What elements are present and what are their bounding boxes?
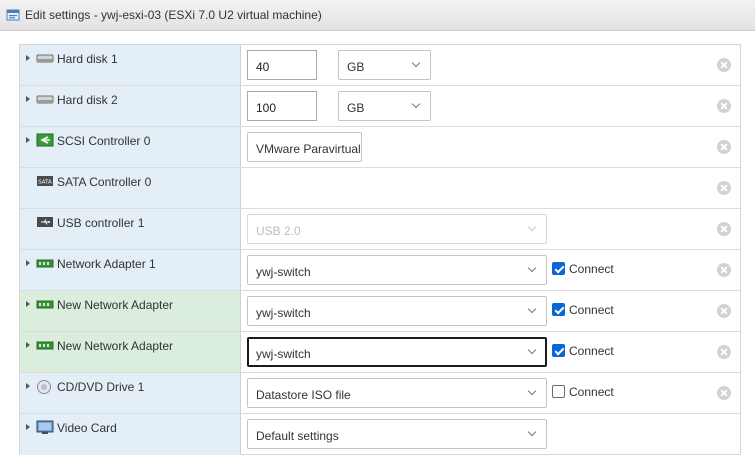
connect-checkbox[interactable] xyxy=(552,262,565,275)
edit-settings-icon xyxy=(6,8,20,25)
chevron-down-icon xyxy=(527,427,537,437)
device-label: New Network Adapter xyxy=(57,339,174,353)
remove-device-icon[interactable] xyxy=(717,263,731,277)
device-row-sata-controller: SATA SATA Controller 0 xyxy=(20,168,740,209)
chevron-down-icon xyxy=(411,58,421,68)
usb-controller-icon xyxy=(36,215,54,232)
expand-arrow-icon[interactable] xyxy=(26,342,30,348)
connect-checkbox[interactable] xyxy=(552,385,565,398)
usb-type-select: USB 2.0 xyxy=(247,214,547,244)
device-label: New Network Adapter xyxy=(57,298,174,312)
device-row-video-card: Video Card Default settings xyxy=(20,414,740,455)
device-label: Hard disk 2 xyxy=(57,93,118,107)
network-adapter-icon xyxy=(36,256,54,273)
expand-arrow-icon[interactable] xyxy=(26,424,30,430)
dialog-title: Edit settings - ywj-esxi-03 (ESXi 7.0 U2… xyxy=(25,8,322,22)
disk-size-input[interactable]: 100 xyxy=(247,91,317,121)
remove-device-icon[interactable] xyxy=(717,99,731,113)
connect-checkbox[interactable] xyxy=(552,344,565,357)
connect-checkbox[interactable] xyxy=(552,303,565,316)
expand-arrow-icon[interactable] xyxy=(26,55,30,61)
connect-label: Connect xyxy=(569,385,614,399)
remove-device-icon[interactable] xyxy=(717,222,731,236)
chevron-down-icon xyxy=(527,386,537,396)
connect-label: Connect xyxy=(569,262,614,276)
device-label: Hard disk 1 xyxy=(57,52,118,66)
hard-disk-icon xyxy=(36,92,54,109)
connect-label: Connect xyxy=(569,344,614,358)
device-label: SATA Controller 0 xyxy=(57,175,152,189)
remove-device-icon[interactable] xyxy=(717,386,731,400)
device-row-new-network-adapter: New Network Adapter ywj-switch Connect xyxy=(20,332,740,373)
network-adapter-icon xyxy=(36,297,54,314)
device-row-usb-controller: USB controller 1 USB 2.0 xyxy=(20,209,740,250)
chevron-down-icon xyxy=(527,304,537,314)
dialog-title-bar: Edit settings - ywj-esxi-03 (ESXi 7.0 U2… xyxy=(0,0,755,31)
device-row-hard-disk-1: Hard disk 1 40 GB xyxy=(20,45,740,86)
device-row-network-adapter-1: Network Adapter 1 ywj-switch Connect xyxy=(20,250,740,291)
remove-device-icon[interactable] xyxy=(717,304,731,318)
device-row-new-network-adapter: New Network Adapter ywj-switch Connect xyxy=(20,291,740,332)
cd-dvd-icon xyxy=(36,379,54,398)
network-select[interactable]: ywj-switch xyxy=(247,255,547,285)
virtual-hardware-grid: Hard disk 1 40 GB Hard disk 2 100 GB SCS… xyxy=(19,44,741,455)
device-label: SCSI Controller 0 xyxy=(57,134,151,148)
expand-arrow-icon[interactable] xyxy=(26,260,30,266)
hard-disk-icon xyxy=(36,51,54,68)
remove-device-icon[interactable] xyxy=(717,345,731,359)
chevron-down-icon xyxy=(527,345,537,355)
device-row-hard-disk-2: Hard disk 2 100 GB xyxy=(20,86,740,127)
connect-label: Connect xyxy=(569,303,614,317)
media-select[interactable]: Datastore ISO file xyxy=(247,378,547,408)
expand-arrow-icon[interactable] xyxy=(26,137,30,143)
expand-arrow-icon[interactable] xyxy=(26,383,30,389)
scsi-controller-icon xyxy=(36,133,54,150)
video-settings-select[interactable]: Default settings xyxy=(247,419,547,449)
disk-unit-select[interactable]: GB xyxy=(338,91,431,121)
device-label: Network Adapter 1 xyxy=(57,257,156,271)
remove-device-icon[interactable] xyxy=(717,140,731,154)
remove-device-icon[interactable] xyxy=(717,181,731,195)
device-label: CD/DVD Drive 1 xyxy=(57,380,145,394)
expand-arrow-icon[interactable] xyxy=(26,301,30,307)
network-select[interactable]: ywj-switch xyxy=(247,296,547,326)
device-label: Video Card xyxy=(57,421,117,435)
expand-arrow-icon[interactable] xyxy=(26,96,30,102)
chevron-down-icon xyxy=(411,99,421,109)
remove-device-icon[interactable] xyxy=(717,58,731,72)
disk-size-input[interactable]: 40 xyxy=(247,50,317,80)
scsi-controller-type[interactable]: VMware Paravirtual xyxy=(247,132,362,162)
chevron-down-icon xyxy=(527,263,537,273)
device-label: USB controller 1 xyxy=(57,216,145,230)
sata-controller-icon: SATA xyxy=(36,174,54,191)
device-row-cd-dvd-drive: CD/DVD Drive 1 Datastore ISO file Connec… xyxy=(20,373,740,414)
device-row-scsi-controller: SCSI Controller 0 VMware Paravirtual xyxy=(20,127,740,168)
video-card-icon xyxy=(36,420,54,439)
svg-text:SATA: SATA xyxy=(38,180,52,186)
disk-unit-select[interactable]: GB xyxy=(338,50,431,80)
network-select[interactable]: ywj-switch xyxy=(247,337,547,367)
chevron-down-icon xyxy=(527,222,537,232)
network-adapter-icon xyxy=(36,338,54,355)
